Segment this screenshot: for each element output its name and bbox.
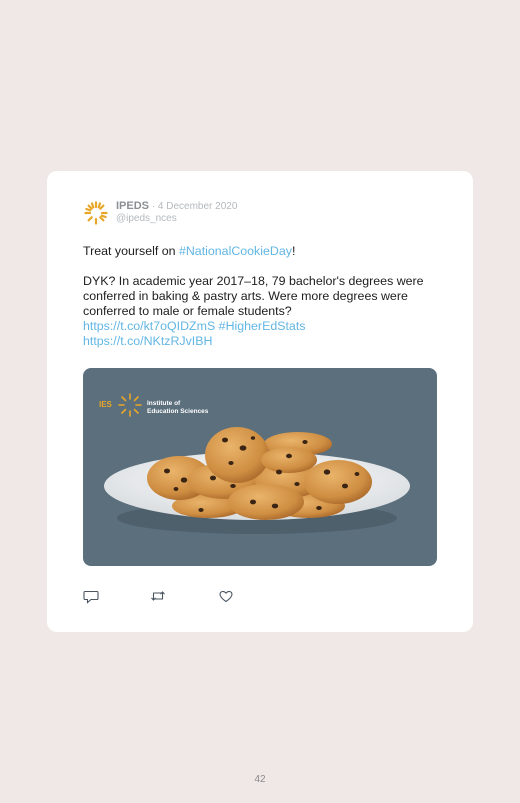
ies-logo-line1: Institute of [147,400,181,407]
tweet-author-line: IPEDS · 4 December 2020 [116,200,237,213]
heart-icon[interactable] [218,588,234,604]
hashtag-higher-ed-stats[interactable]: #HigherEdStats [219,319,306,333]
tweet-body: DYK? In academic year 2017–18, 79 bachel… [83,274,424,318]
retweet-icon[interactable] [150,588,166,604]
account-name[interactable]: IPEDS [116,200,149,212]
page-number: 42 [254,774,266,785]
tweet-line-1: Treat yourself on #NationalCookieDay! [83,244,443,259]
tweet-link-2[interactable]: https://t.co/NKtzRJvIBH [83,334,212,348]
cookies [147,427,372,520]
tweet-media-image[interactable]: IES Institute of Education Sciences [83,368,437,566]
tweet-date[interactable]: 4 December 2020 [158,201,238,212]
text-segment: Treat yourself on [83,244,179,258]
ies-logo: IES Institute of Education Sciences [99,393,209,417]
cookies-plate-image: IES Institute of Education Sciences [99,393,410,534]
ipeds-sun-logo-icon[interactable] [84,201,108,225]
text-segment: ! [291,244,296,258]
ies-logo-line2: Education Sciences [147,408,209,415]
account-handle[interactable]: @ipeds_nces [116,213,177,224]
hashtag-national-cookie-day[interactable]: #NationalCookieDay [179,244,292,258]
reply-icon[interactable] [83,588,99,604]
ies-logo-abbrev: IES [99,400,113,409]
meta-separator: · [149,201,158,212]
tweet-paragraph-2: DYK? In academic year 2017–18, 79 bachel… [83,274,443,349]
tweet-link-1[interactable]: https://t.co/kt7oQIDZmS [83,319,215,333]
tweet-card: IPEDS · 4 December 2020 @ipeds_nces Trea… [47,171,473,632]
tweet-text: Treat yourself on #NationalCookieDay! DY… [83,244,443,349]
